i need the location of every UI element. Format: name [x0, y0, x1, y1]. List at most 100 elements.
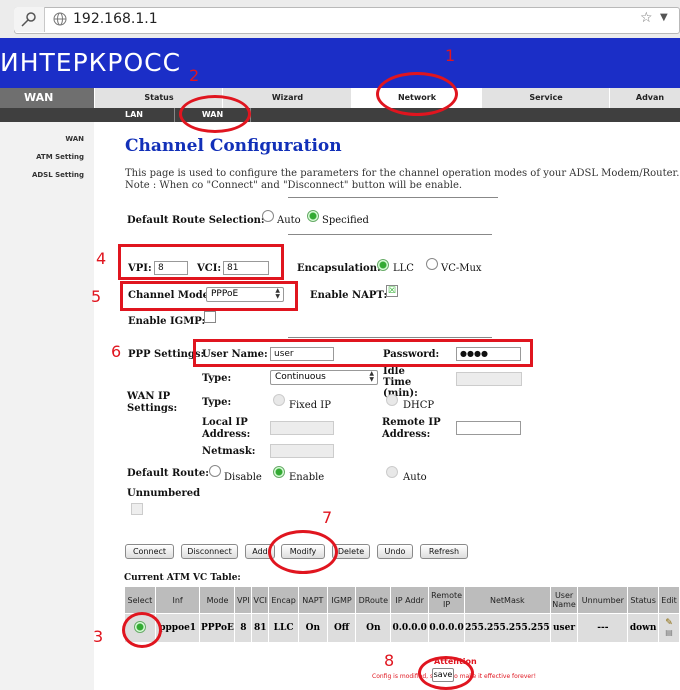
select-arrows-icon: ▲ ▼: [369, 370, 374, 383]
col-status: Status: [627, 586, 660, 614]
col-vci: VCI: [251, 586, 270, 614]
brand-logo: ИНТЕРКРОСС: [0, 48, 182, 77]
default-route-disable-radio[interactable]: [209, 465, 221, 477]
table-row[interactable]: pppoe1 PPPoE 8 81 LLC On Off On 0.0.0.0 …: [124, 613, 680, 643]
col-ip-addr: IP Addr: [390, 586, 430, 614]
col-remote-ip: Remote IP: [428, 586, 466, 614]
site-identity-button[interactable]: [14, 7, 45, 32]
col-igmp: IGMP: [326, 586, 357, 614]
table-cell: ---: [577, 613, 629, 643]
tab-advanced[interactable]: Advan: [609, 88, 680, 108]
sidebar-item-atm-setting[interactable]: ATM Setting: [0, 153, 84, 161]
connect-button[interactable]: Connect: [125, 544, 174, 559]
annotation-ring: [418, 656, 474, 690]
annotation-number: 6: [111, 342, 122, 361]
ppp-type-label: Type:: [202, 373, 232, 384]
auto2-label: Auto: [403, 472, 427, 483]
subtab-lan[interactable]: LAN: [94, 108, 175, 122]
default-route-label: Default Route:: [127, 468, 209, 479]
annotation-ring: [376, 72, 458, 116]
netmask-label: Netmask:: [202, 446, 256, 457]
col-droute: DRoute: [355, 586, 392, 614]
auto-label: Auto: [277, 215, 301, 226]
enable-napt-checkbox[interactable]: ☒: [386, 285, 398, 297]
annotation-number: 5: [91, 287, 102, 306]
dhcp-label: DHCP: [403, 400, 435, 411]
table-cell: down: [627, 613, 660, 643]
annotation-number: 2: [189, 66, 200, 85]
annotation-ring: [122, 612, 162, 648]
default-route-auto-radio[interactable]: [262, 210, 274, 222]
specified-label: Specified: [322, 215, 369, 226]
unnumbered-checkbox[interactable]: [131, 503, 143, 515]
atm-vc-table: Select Inf Mode VPI VCI Encap NAPT IGMP …: [124, 586, 680, 643]
table-cell: pppoe1: [154, 613, 201, 643]
remote-ip-label: Remote IP Address:: [382, 417, 441, 440]
ppp-type-select[interactable]: Continuous ▲ ▼: [270, 370, 378, 385]
table-cell: 8: [234, 613, 253, 643]
sidebar-item-adsl-setting[interactable]: ADSL Setting: [0, 171, 84, 179]
local-ip-label: Local IP Address:: [202, 417, 251, 440]
section-label: WAN: [0, 88, 94, 108]
ppp-type-value: Continuous: [275, 372, 326, 382]
enable-igmp-checkbox[interactable]: [204, 311, 216, 323]
undo-button[interactable]: Undo: [377, 544, 413, 559]
col-encap: Encap: [268, 586, 299, 614]
annotation-box: [120, 281, 298, 311]
tab-service[interactable]: Service: [481, 88, 610, 108]
sidebar-item-wan[interactable]: WAN: [0, 135, 84, 143]
table-cell: 0.0.0.0: [390, 613, 430, 643]
sidebar: [0, 122, 94, 690]
divider: [288, 197, 498, 198]
dropdown-arrow-icon[interactable]: ▼: [660, 12, 668, 23]
globe-icon: [53, 12, 67, 26]
col-edit: Edit: [658, 586, 680, 614]
annotation-box: [118, 244, 284, 280]
table-caption: Current ATM VC Table:: [124, 573, 241, 583]
default-route-specified-radio[interactable]: [307, 210, 319, 222]
annotation-number: 8: [384, 651, 395, 670]
disable-label: Disable: [224, 472, 262, 483]
refresh-button[interactable]: Refresh: [420, 544, 468, 559]
annotation-number: 3: [93, 627, 104, 646]
edit-cell[interactable]: ✎ ▤: [658, 613, 680, 643]
url-text[interactable]: 192.168.1.1: [73, 11, 158, 27]
annotation-box: [193, 339, 533, 367]
star-icon[interactable]: ☆: [640, 10, 653, 26]
edit-pencil-icon[interactable]: ✎: [665, 618, 673, 628]
netmask-input[interactable]: [270, 444, 334, 458]
remote-ip-input[interactable]: [456, 421, 521, 435]
disconnect-button[interactable]: Disconnect: [181, 544, 238, 559]
col-user-name: User Name: [549, 586, 579, 614]
page-title: Channel Configuration: [125, 136, 342, 156]
dhcp-radio[interactable]: [386, 394, 398, 406]
default-route-enable-radio[interactable]: [273, 466, 285, 478]
local-ip-input[interactable]: [270, 421, 334, 435]
table-cell: On: [355, 613, 392, 643]
page-description: This page is used to configure the param…: [125, 168, 680, 191]
annotation-number: 7: [322, 508, 333, 527]
llc-label: LLC: [393, 263, 414, 274]
col-mode: Mode: [199, 586, 236, 614]
col-netmask: NetMask: [464, 586, 551, 614]
idle-time-input[interactable]: [456, 372, 522, 386]
key-icon: [21, 12, 36, 27]
encap-vcmux-radio[interactable]: [426, 258, 438, 270]
unnumbered-label: Unnumbered: [127, 488, 201, 499]
table-cell: PPPoE: [199, 613, 236, 643]
annotation-ring: [179, 95, 251, 133]
table-cell: user: [549, 613, 579, 643]
divider: [288, 337, 492, 338]
vcmux-label: VC-Mux: [441, 263, 482, 274]
fixed-ip-radio[interactable]: [273, 394, 285, 406]
encap-llc-radio[interactable]: [377, 259, 389, 271]
wan-ip-type-label: Type:: [202, 397, 232, 408]
encapsulation-label: Encapsulation:: [297, 263, 381, 274]
divider: [288, 234, 492, 235]
default-route-auto-radio[interactable]: [386, 466, 398, 478]
col-napt: NAPT: [298, 586, 328, 614]
wan-ip-settings-label: WAN IP Settings:: [127, 391, 178, 414]
delete-trash-icon[interactable]: ▤: [665, 628, 673, 637]
enable-igmp-label: Enable IGMP:: [128, 316, 206, 327]
table-header-row: Select Inf Mode VPI VCI Encap NAPT IGMP …: [124, 586, 680, 614]
